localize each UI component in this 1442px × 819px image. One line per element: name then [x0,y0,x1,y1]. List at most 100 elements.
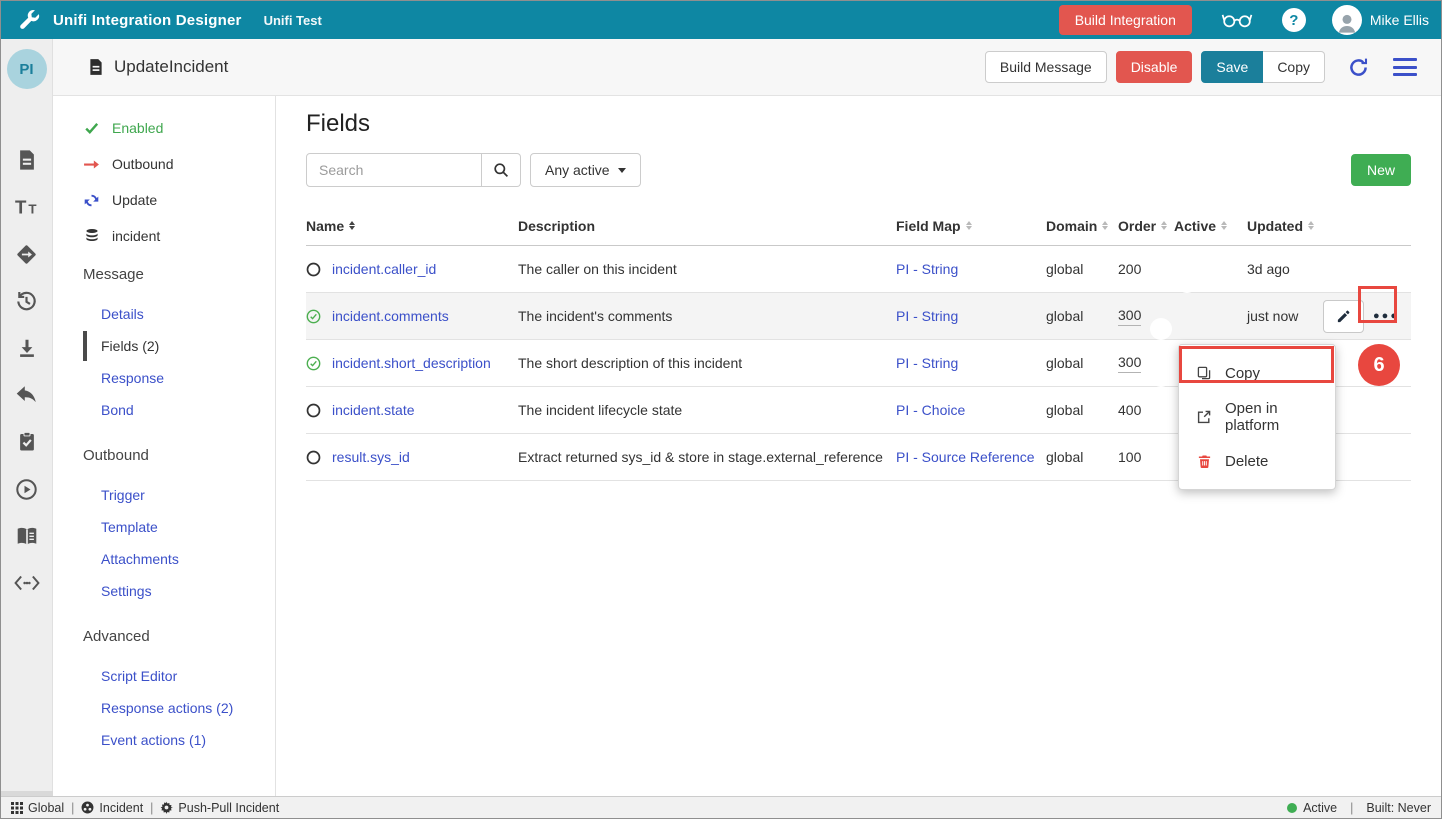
sidebar-item-outbound[interactable]: Outbound [83,156,275,172]
edit-field-button[interactable] [1323,300,1364,333]
rail-download-icon[interactable] [13,334,41,362]
menu-item-open-in-platform[interactable]: Open in platform [1179,395,1335,439]
sidebar-item-bond[interactable]: Bond [83,395,275,425]
column-header-order[interactable]: Order [1118,218,1174,234]
sidebar-item-label: incident [112,228,160,244]
save-button[interactable]: Save [1201,51,1263,83]
column-header-domain[interactable]: Domain [1046,218,1118,234]
table-row: incident.commentsThe incident's comments… [306,293,1411,340]
sidebar-item-update[interactable]: Update [83,192,275,208]
rail-task-check-icon[interactable] [13,428,41,456]
field-map-link[interactable]: PI - String [896,355,958,371]
sidebar-item-script-editor[interactable]: Script Editor [83,661,275,691]
sidebar-item-attachments[interactable]: Attachments [83,544,275,574]
field-name-link[interactable]: incident.caller_id [332,261,436,277]
copy-record-button[interactable]: Copy [1263,51,1325,83]
field-name-link[interactable]: incident.state [332,402,415,418]
statusbar-item-global[interactable]: Global [11,801,64,815]
field-description: The caller on this incident [518,261,896,277]
active-filter-dropdown[interactable]: Any active [530,153,641,187]
field-order: 400 [1118,402,1141,418]
search-input[interactable] [306,153,482,187]
app-window: Unifi Integration Designer Unifi Test Bu… [0,0,1442,819]
column-header-updated[interactable]: Updated [1247,218,1323,234]
rail-reply-icon[interactable] [13,381,41,409]
sidebar-item-incident[interactable]: incident [83,228,275,244]
sort-icon [1102,221,1108,230]
svg-text:T: T [15,197,27,218]
arrow-right-icon [83,156,100,173]
open-external-icon [1196,409,1212,425]
disable-button[interactable]: Disable [1116,51,1193,83]
inactive-circle-icon [306,403,321,418]
rail-text-icon[interactable]: TT [13,193,41,221]
refresh-icon [83,192,100,209]
integration-avatar[interactable]: PI [7,49,47,89]
rail-book-icon[interactable] [13,522,41,550]
check-icon [83,120,100,137]
nav-section-message: Message [83,266,275,283]
field-domain: global [1046,261,1118,277]
field-name-link[interactable]: incident.comments [332,308,449,324]
rail-document-icon[interactable] [13,146,41,174]
field-domain: global [1046,402,1118,418]
field-order[interactable]: 300 [1118,354,1141,373]
sidebar-item-response-actions-2-[interactable]: Response actions (2) [83,693,275,723]
field-domain: global [1046,308,1118,324]
sort-icon [349,221,355,230]
record-header: UpdateIncident Build Message Disable Sav… [53,39,1441,96]
sidebar-item-fields-2-[interactable]: Fields (2) [83,331,275,361]
statusbar-item-incident[interactable]: Incident [81,801,143,815]
sidebar-item-enabled[interactable]: Enabled [83,120,275,136]
rail-history-icon[interactable] [13,287,41,315]
sidebar-item-event-actions-1-[interactable]: Event actions (1) [83,725,275,755]
field-name-link[interactable]: result.sys_id [332,449,410,465]
search-button[interactable] [482,153,521,187]
build-integration-button[interactable]: Build Integration [1059,5,1192,35]
column-header-active[interactable]: Active [1174,218,1247,234]
database-icon [83,228,100,245]
user-menu[interactable]: Mike Ellis [1332,5,1429,35]
statusbar-item-push-pull-incident[interactable]: Push-Pull Incident [160,801,279,815]
menu-item-copy[interactable]: Copy [1179,351,1335,395]
copy-icon [1196,365,1212,381]
preview-glasses-icon[interactable] [1220,10,1254,30]
menu-item-delete[interactable]: Delete [1179,439,1335,483]
menu-hamburger-icon[interactable] [1393,58,1417,76]
field-name-link[interactable]: incident.short_description [332,355,491,371]
rail-play-circle-icon[interactable] [13,475,41,503]
inactive-circle-icon [306,262,321,277]
sort-icon [1221,221,1227,230]
incident-icon [81,801,94,814]
sidebar-item-trigger[interactable]: Trigger [83,480,275,510]
sidebar-item-response[interactable]: Response [83,363,275,393]
new-field-button[interactable]: New [1351,154,1411,186]
inactive-circle-icon [306,450,321,465]
sidebar-item-template[interactable]: Template [83,512,275,542]
column-header-name[interactable]: Name [306,218,518,234]
field-map-link[interactable]: PI - String [896,261,958,277]
message-document-icon [86,58,105,77]
refresh-icon[interactable] [1347,56,1369,78]
sort-icon [1308,221,1314,230]
field-order[interactable]: 300 [1118,307,1141,326]
page-title: Fields [306,110,1411,138]
column-header-field-map[interactable]: Field Map [896,218,1046,234]
field-map-link[interactable]: PI - Choice [896,402,965,418]
sidebar-item-details[interactable]: Details [83,299,275,329]
sidebar-item-settings[interactable]: Settings [83,576,275,606]
field-description: The short description of this incident [518,355,896,371]
help-icon[interactable]: ? [1282,8,1306,32]
chevron-down-icon [618,168,626,173]
rail-directions-icon[interactable] [13,240,41,268]
sort-icon [966,221,972,230]
top-navbar: Unifi Integration Designer Unifi Test Bu… [1,1,1441,39]
field-map-link[interactable]: PI - String [896,308,958,324]
build-message-button[interactable]: Build Message [985,51,1107,83]
field-map-link[interactable]: PI - Source Reference [896,449,1035,465]
field-description: The incident lifecycle state [518,402,896,418]
more-actions-button[interactable]: ●●● [1369,300,1403,333]
rail-code-icon[interactable] [13,569,41,597]
status-built-label: Built: Never [1366,801,1431,815]
field-updated: 3d ago [1247,261,1323,277]
